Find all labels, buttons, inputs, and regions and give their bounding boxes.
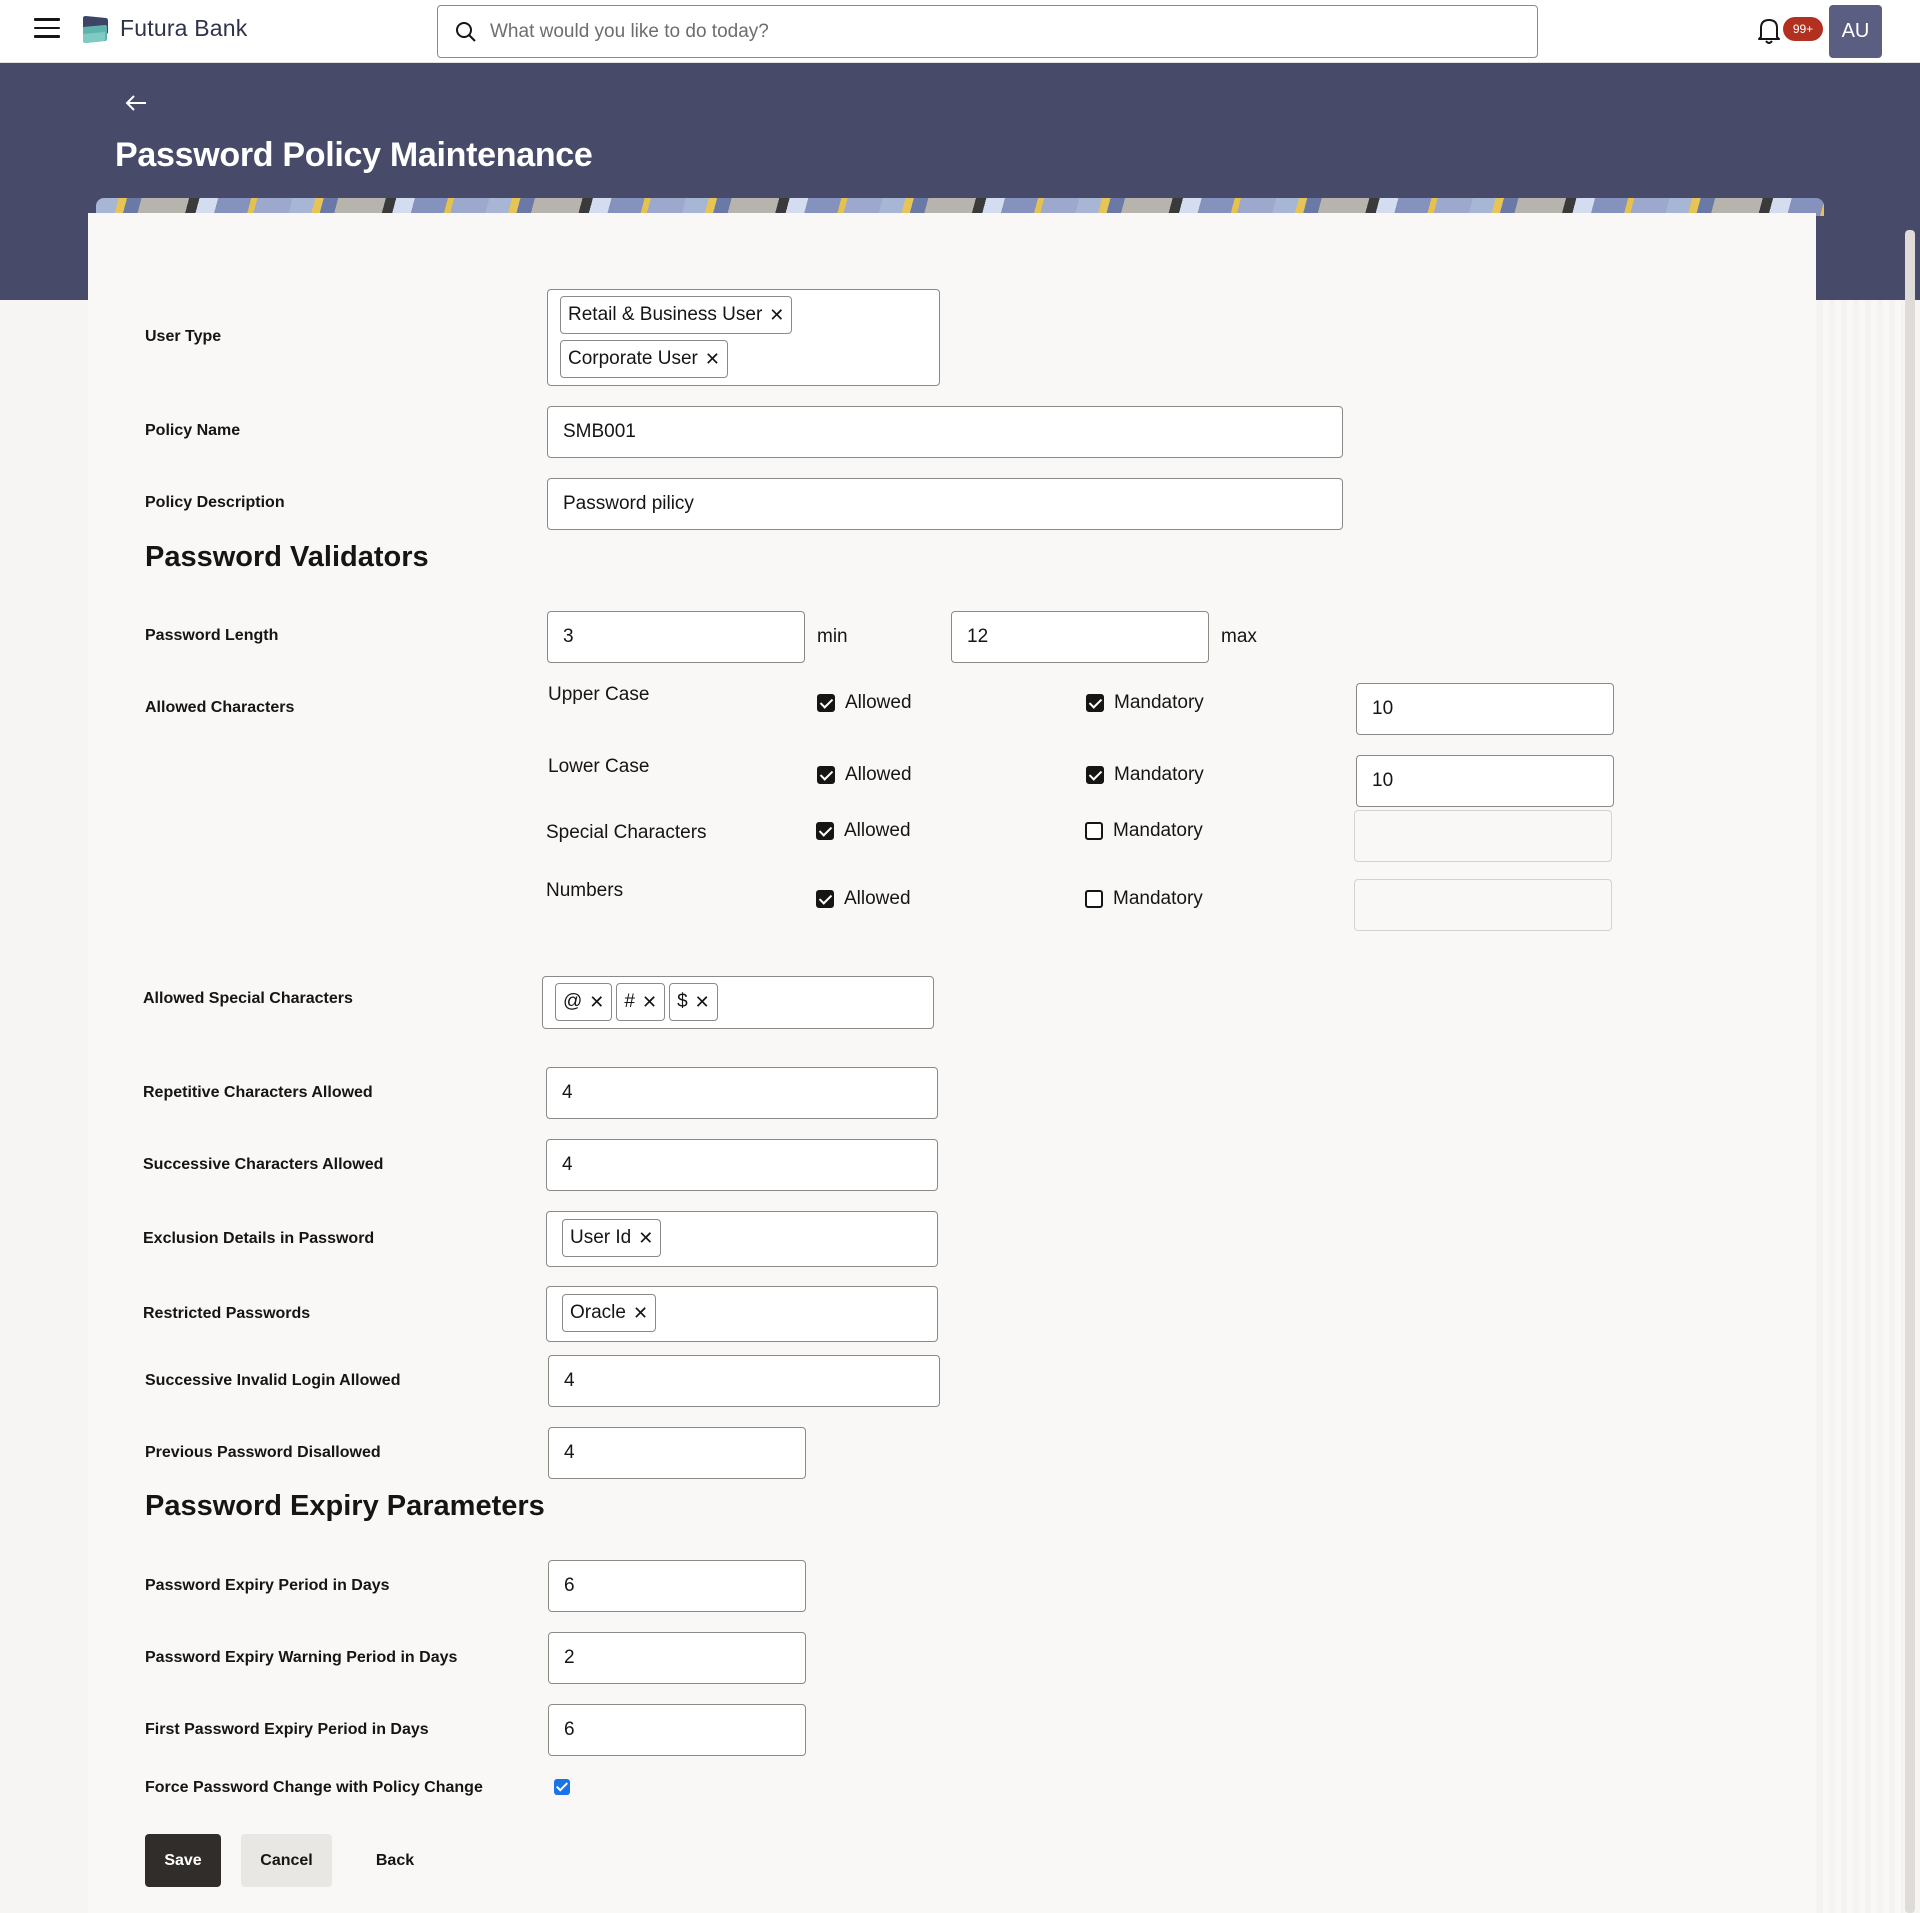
first-expiry-period-label: First Password Expiry Period in Days (145, 1721, 429, 1738)
save-button[interactable]: Save (145, 1834, 221, 1887)
search-input[interactable] (490, 16, 1520, 48)
previous-password-disallowed-label: Previous Password Disallowed (145, 1444, 381, 1461)
user-type-label: User Type (145, 328, 222, 345)
password-length-label: Password Length (145, 627, 279, 644)
lower-case-mandatory-checkbox[interactable]: Mandatory (1086, 764, 1204, 786)
password-length-min-input[interactable] (547, 611, 805, 663)
user-avatar[interactable]: AU (1829, 5, 1882, 58)
password-validators-heading: Password Validators (145, 541, 429, 573)
restricted-passwords-multiselect[interactable]: Oracle ✕ (546, 1286, 938, 1342)
lower-case-allowed-checkbox[interactable]: Allowed (817, 764, 912, 786)
upper-case-mandatory-checkbox[interactable]: Mandatory (1086, 692, 1204, 714)
numbers-allowed-checkbox[interactable]: Allowed (816, 888, 911, 910)
policy-description-input[interactable] (547, 478, 1343, 530)
page-scrollbar[interactable] (1905, 230, 1915, 1913)
chip-at: @ ✕ (555, 983, 613, 1021)
cancel-button[interactable]: Cancel (241, 1834, 332, 1887)
numbers-count-input[interactable] (1354, 879, 1612, 931)
successive-invalid-login-input[interactable] (548, 1355, 940, 1407)
checkbox-checked-icon (817, 694, 835, 712)
special-characters-mandatory-checkbox[interactable]: Mandatory (1085, 820, 1203, 842)
remove-chip-icon[interactable]: ✕ (633, 1304, 648, 1322)
password-expiry-heading: Password Expiry Parameters (145, 1490, 545, 1522)
checkbox-unchecked-icon (1085, 890, 1103, 908)
remove-chip-icon[interactable]: ✕ (695, 993, 710, 1011)
numbers-mandatory-checkbox[interactable]: Mandatory (1085, 888, 1203, 910)
policy-name-input[interactable] (547, 406, 1343, 458)
warning-period-label: Password Expiry Warning Period in Days (145, 1649, 458, 1666)
hamburger-icon[interactable] (34, 18, 60, 40)
top-header: Futura Bank 99+ AU (0, 0, 1920, 63)
lower-case-label: Lower Case (548, 756, 650, 777)
expiry-period-input[interactable] (548, 1560, 806, 1612)
policy-form-card: User Type Retail & Business User ✕ Corpor… (88, 213, 1816, 1913)
allowed-characters-label: Allowed Characters (145, 699, 295, 716)
remove-chip-icon[interactable]: ✕ (705, 350, 720, 368)
successive-characters-label: Successive Characters Allowed (143, 1156, 384, 1173)
brand-name: Futura Bank (120, 15, 248, 41)
lower-case-count-input[interactable] (1356, 755, 1614, 807)
password-length-max-input[interactable] (951, 611, 1209, 663)
upper-case-label: Upper Case (548, 684, 650, 705)
numbers-label: Numbers (546, 880, 624, 901)
upper-case-allowed-checkbox[interactable]: Allowed (817, 692, 912, 714)
chip-user-id: User Id ✕ (562, 1219, 662, 1257)
force-password-change-checkbox[interactable] (554, 1779, 570, 1795)
repetitive-characters-input[interactable] (546, 1067, 938, 1119)
policy-name-label: Policy Name (145, 422, 241, 439)
checkbox-checked-icon (1086, 694, 1104, 712)
bank-logo-icon (83, 16, 108, 43)
repetitive-characters-label: Repetitive Characters Allowed (143, 1084, 373, 1101)
notification-badge: 99+ (1783, 17, 1823, 41)
bell-icon[interactable] (1756, 16, 1782, 46)
first-expiry-period-input[interactable] (548, 1704, 806, 1756)
remove-chip-icon[interactable]: ✕ (642, 993, 657, 1011)
chip-dollar: $ ✕ (669, 983, 718, 1021)
chip-oracle: Oracle ✕ (562, 1294, 657, 1332)
upper-case-count-input[interactable] (1356, 683, 1614, 735)
checkbox-unchecked-icon (1085, 822, 1103, 840)
checkbox-checked-icon (1086, 766, 1104, 784)
chip-corporate-user: Corporate User ✕ (560, 340, 728, 378)
exclusion-details-multiselect[interactable]: User Id ✕ (546, 1211, 938, 1267)
restricted-passwords-label: Restricted Passwords (143, 1305, 311, 1322)
max-label: max (1221, 626, 1257, 647)
back-button[interactable]: Back (355, 1834, 435, 1887)
remove-chip-icon[interactable]: ✕ (638, 1229, 653, 1247)
checkbox-checked-icon (816, 822, 834, 840)
successive-characters-input[interactable] (546, 1139, 938, 1191)
expiry-period-label: Password Expiry Period in Days (145, 1577, 390, 1594)
remove-chip-icon[interactable]: ✕ (769, 306, 784, 324)
previous-password-disallowed-input[interactable] (548, 1427, 806, 1479)
allowed-special-characters-label: Allowed Special Characters (143, 990, 353, 1007)
checkbox-checked-icon (817, 766, 835, 784)
exclusion-details-label: Exclusion Details in Password (143, 1230, 375, 1247)
remove-chip-icon[interactable]: ✕ (589, 993, 604, 1011)
policy-description-label: Policy Description (145, 494, 285, 511)
chip-retail-business-user: Retail & Business User ✕ (560, 296, 793, 334)
arrow-left-icon[interactable] (124, 92, 148, 114)
min-label: min (817, 626, 848, 647)
search-icon (456, 22, 476, 42)
successive-invalid-login-label: Successive Invalid Login Allowed (145, 1372, 401, 1389)
search-bar[interactable] (437, 5, 1538, 58)
checkbox-checked-icon (816, 890, 834, 908)
background-texture (1817, 300, 1903, 1913)
force-password-change-label: Force Password Change with Policy Change (145, 1779, 483, 1796)
user-type-multiselect[interactable]: Retail & Business User ✕ Corporate User ✕ (547, 289, 940, 386)
special-characters-count-input[interactable] (1354, 810, 1612, 862)
special-characters-label: Special Characters (546, 822, 707, 843)
page-title: Password Policy Maintenance (115, 136, 593, 174)
warning-period-input[interactable] (548, 1632, 806, 1684)
special-characters-allowed-checkbox[interactable]: Allowed (816, 820, 911, 842)
chip-hash: # ✕ (616, 983, 666, 1021)
allowed-special-characters-multiselect[interactable]: @ ✕ # ✕ $ ✕ (542, 976, 934, 1029)
